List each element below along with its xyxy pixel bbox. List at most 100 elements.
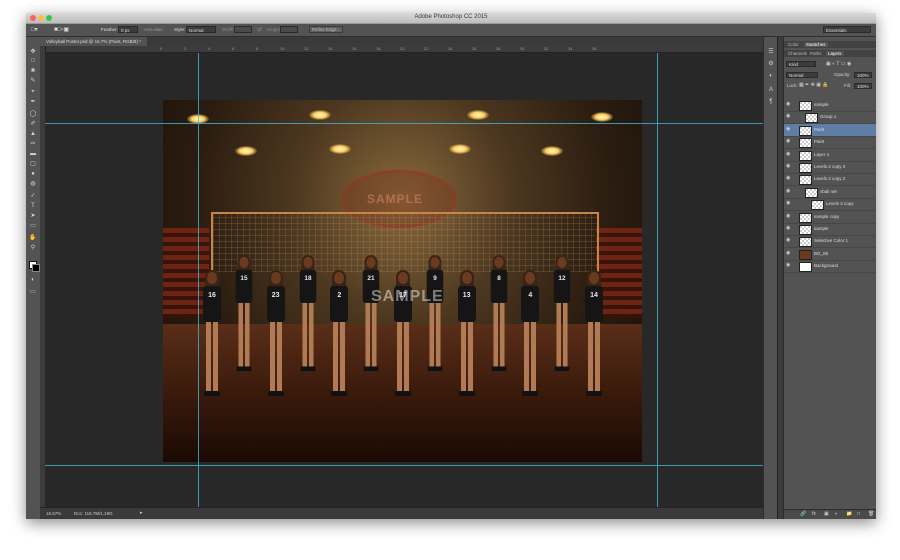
layer-row[interactable]: ◉ Levels 2 copy 2	[784, 173, 876, 187]
marquee-tool-preset-icon[interactable]: □▾	[31, 26, 38, 33]
dodge-tool-icon[interactable]: ◍	[29, 181, 37, 187]
properties-panel-icon[interactable]: ⚙	[767, 61, 775, 67]
character-panel-icon[interactable]: A	[767, 87, 775, 93]
blur-tool-icon[interactable]: ●	[29, 171, 37, 177]
crop-tool-icon[interactable]: ⌖	[29, 89, 37, 95]
layer-row[interactable]: ◉ Paint	[784, 123, 876, 137]
visibility-eye-icon[interactable]: ◉	[786, 213, 791, 219]
layer-row[interactable]: ◉ Levels 3 copy	[784, 198, 876, 212]
zoom-tool-icon[interactable]: ⚲	[29, 245, 37, 251]
visibility-eye-icon[interactable]: ◉	[786, 102, 791, 107]
layer-row[interactable]: ◉ Levels 2 copy 3	[784, 161, 876, 174]
width-input[interactable]	[234, 26, 252, 33]
tab-swatches[interactable]: Swatches	[804, 42, 828, 47]
style-select[interactable]: Normal	[186, 26, 216, 33]
visibility-eye-icon[interactable]: ◉	[786, 164, 791, 169]
visibility-eye-icon[interactable]: ◉	[786, 151, 791, 157]
visibility-eye-icon[interactable]: ◉	[786, 114, 791, 119]
workspace-select[interactable]: Essentials	[823, 26, 871, 33]
path-select-tool-icon[interactable]: ➤	[29, 213, 37, 219]
zoom-level[interactable]: 16.67%	[46, 511, 61, 516]
adjustments-panel-icon[interactable]: ◐	[767, 73, 775, 79]
brush-tool-icon[interactable]: ✐	[29, 121, 37, 127]
feather-input[interactable]: 0 px	[118, 26, 138, 33]
layer-row[interactable]: ◉ sample copy	[784, 211, 876, 224]
visibility-eye-icon[interactable]: ◉	[786, 238, 791, 243]
clone-stamp-tool-icon[interactable]: ▲	[29, 131, 37, 137]
visibility-eye-icon[interactable]: ◉	[786, 250, 791, 256]
rectangle-tool-icon[interactable]: ▭	[29, 223, 37, 229]
document-tab[interactable]: Volleyball Poster.psd @ 16.7% (Paint, RG…	[40, 37, 147, 46]
paragraph-panel-icon[interactable]: ¶	[767, 99, 775, 105]
layer-row[interactable]: ◉ Background	[784, 260, 876, 274]
fill-input[interactable]: 100%	[854, 83, 872, 89]
layer-row[interactable]: ◉ sample	[784, 223, 876, 236]
layer-filter-kind[interactable]: Kind	[786, 61, 816, 67]
background-color-swatch[interactable]	[32, 264, 40, 272]
visibility-eye-icon[interactable]: ◉	[786, 201, 791, 206]
visibility-eye-icon[interactable]: ◉	[786, 188, 791, 194]
options-bar: □▾ ■□▫▣ Feather: 0 px Anti-alias Style: …	[26, 24, 876, 37]
tab-layers[interactable]: Layers	[826, 51, 844, 56]
quick-select-tool-icon[interactable]: ✎	[29, 78, 37, 84]
history-panel-icon[interactable]: ☰	[767, 49, 775, 55]
layer-row[interactable]: ◉ Group 1	[784, 111, 876, 125]
delete-layer-icon[interactable]: 🗑	[868, 511, 874, 517]
status-menu-arrow-icon[interactable]: ▸	[140, 510, 143, 516]
layer-row[interactable]: ◉ vball net	[784, 186, 876, 199]
quick-mask-icon[interactable]: ◐	[29, 277, 37, 283]
layer-row[interactable]: ◉ Selective Color 1	[784, 235, 876, 249]
type-tool-icon[interactable]: T	[29, 203, 37, 209]
move-tool-icon[interactable]: ✥	[29, 49, 37, 55]
healing-tool-icon[interactable]: ◯	[29, 111, 37, 117]
tab-channels[interactable]: Channels	[788, 51, 807, 56]
lock-label: Lock:	[787, 83, 798, 88]
guide-horizontal[interactable]	[45, 465, 777, 466]
swap-dimensions-icon[interactable]: ⇄	[257, 26, 262, 33]
marquee-tool-icon[interactable]: □	[29, 58, 37, 64]
add-mask-icon[interactable]: ▣	[824, 511, 829, 517]
layer-row[interactable]: ◉ Paint	[784, 136, 876, 150]
player-shoes	[427, 366, 443, 372]
height-input[interactable]	[280, 26, 298, 33]
layer-row[interactable]: ◉ BG_06	[784, 248, 876, 261]
screen-mode-icon[interactable]: ▭	[29, 289, 37, 295]
layer-style-icon[interactable]: fx	[812, 511, 816, 517]
guide-horizontal[interactable]	[45, 123, 777, 124]
new-group-icon[interactable]: 📁	[846, 511, 852, 517]
blend-mode-select[interactable]: Normal	[786, 72, 818, 78]
adjustment-layer-icon[interactable]: ◐	[835, 511, 838, 517]
visibility-eye-icon[interactable]: ◉	[786, 126, 791, 132]
visibility-eye-icon[interactable]: ◉	[786, 176, 791, 181]
lasso-tool-icon[interactable]: ❀	[29, 68, 37, 74]
poster-image[interactable]: SAMPLE 16 15 23 18 2 21 17 9 13 8 4 12 14 SAMPLE	[163, 100, 642, 462]
opacity-input[interactable]: 100%	[854, 72, 872, 78]
eyedropper-tool-icon[interactable]: ✒	[29, 99, 37, 105]
lock-icons[interactable]: ▦ ✒ ✥ ▣ 🔒	[799, 82, 829, 88]
visibility-eye-icon[interactable]: ◉	[786, 226, 791, 231]
guide-vertical[interactable]	[198, 53, 199, 507]
anti-alias-checkbox[interactable]: Anti-alias	[144, 27, 163, 32]
guide-vertical[interactable]	[657, 53, 658, 507]
tab-color[interactable]: Color	[788, 42, 799, 47]
layer-row[interactable]: ◉ Layer 4	[784, 149, 876, 162]
layer-filter-icons[interactable]: ▣ ◐ T ▭ ◉	[826, 61, 851, 67]
tab-paths[interactable]: Paths	[810, 51, 822, 56]
layer-row[interactable]: ◉ sample	[784, 99, 876, 112]
horizontal-ruler[interactable]: 0 2 4 6 8 10 12 14 16 18 20 22 24 26 28 30 32 34 36	[45, 46, 777, 53]
doc-size[interactable]: Doc: 116.7M/1.19G	[74, 511, 113, 516]
jersey-number: 16	[203, 286, 221, 322]
link-layers-icon[interactable]: 🔗	[800, 511, 806, 517]
feather-label: Feather:	[101, 27, 118, 32]
pen-tool-icon[interactable]: ✓	[29, 193, 37, 199]
new-layer-icon[interactable]: □	[857, 511, 860, 517]
visibility-eye-icon[interactable]: ◉	[786, 263, 791, 268]
hand-tool-icon[interactable]: ✋	[29, 235, 37, 241]
refine-edge-button[interactable]: Refine Edge...	[309, 26, 343, 33]
canvas-area[interactable]: SAMPLE 16 15 23 18 2 21 17 9 13 8 4 12 14 SAMPLE	[45, 53, 777, 507]
history-brush-tool-icon[interactable]: ✑	[29, 141, 37, 147]
gradient-tool-icon[interactable]: ▢	[29, 161, 37, 167]
visibility-eye-icon[interactable]: ◉	[786, 139, 791, 144]
eraser-tool-icon[interactable]: ▬	[29, 151, 37, 157]
selection-mode-icons[interactable]: ■□▫▣	[54, 26, 69, 33]
